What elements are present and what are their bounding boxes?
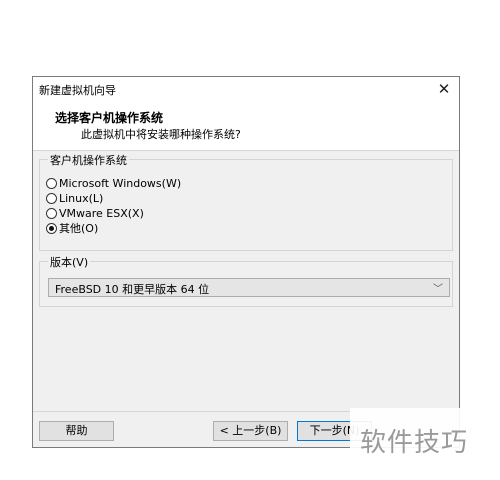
radio-option-linux[interactable]: Linux(L) [46,191,103,205]
radio-label: Microsoft Windows(W) [59,176,182,190]
watermark: 软件技巧 [350,408,500,480]
new-vm-wizard-dialog: 新建虚拟机向导 ✕ 选择客户机操作系统 此虚拟机中将安装哪种操作系统? 客户机操… [32,76,460,448]
back-button[interactable]: < 上一步(B) [213,421,288,441]
watermark-text: 软件技巧 [360,428,469,458]
wizard-header: 选择客户机操作系统 此虚拟机中将安装哪种操作系统? [33,101,459,151]
version-select[interactable]: FreeBSD 10 和更早版本 64 位 ﹀ [48,278,450,297]
version-group: 版本(V) FreeBSD 10 和更早版本 64 位 ﹀ [39,254,453,307]
guest-os-group-label: 客户机操作系统 [48,152,129,168]
radio-option-other[interactable]: 其他(O) [46,221,98,235]
radio-icon [46,177,57,189]
chevron-down-icon: ﹀ [433,284,443,295]
window-title: 新建虚拟机向导 [39,84,116,97]
guest-os-group: 客户机操作系统 Microsoft Windows(W) Linux(L) VM… [39,152,453,251]
version-group-label: 版本(V) [48,254,91,270]
version-selected-value: FreeBSD 10 和更早版本 64 位 [55,283,210,296]
radio-label: 其他(O) [59,222,99,235]
close-icon[interactable]: ✕ [429,77,459,101]
radio-icon [46,192,57,204]
title-bar: 新建虚拟机向导 ✕ [33,77,459,101]
radio-option-windows[interactable]: Microsoft Windows(W) [46,176,181,190]
radio-option-vmware-esx[interactable]: VMware ESX(X) [46,206,144,220]
help-button[interactable]: 帮助 [39,421,114,441]
radio-checked-icon [46,222,57,234]
page-title: 选择客户机操作系统 [55,111,164,125]
radio-label: Linux(L) [59,191,104,205]
radio-label: VMware ESX(X) [59,206,144,220]
page-subtitle: 此虚拟机中将安装哪种操作系统? [81,128,241,141]
radio-icon [46,207,57,219]
